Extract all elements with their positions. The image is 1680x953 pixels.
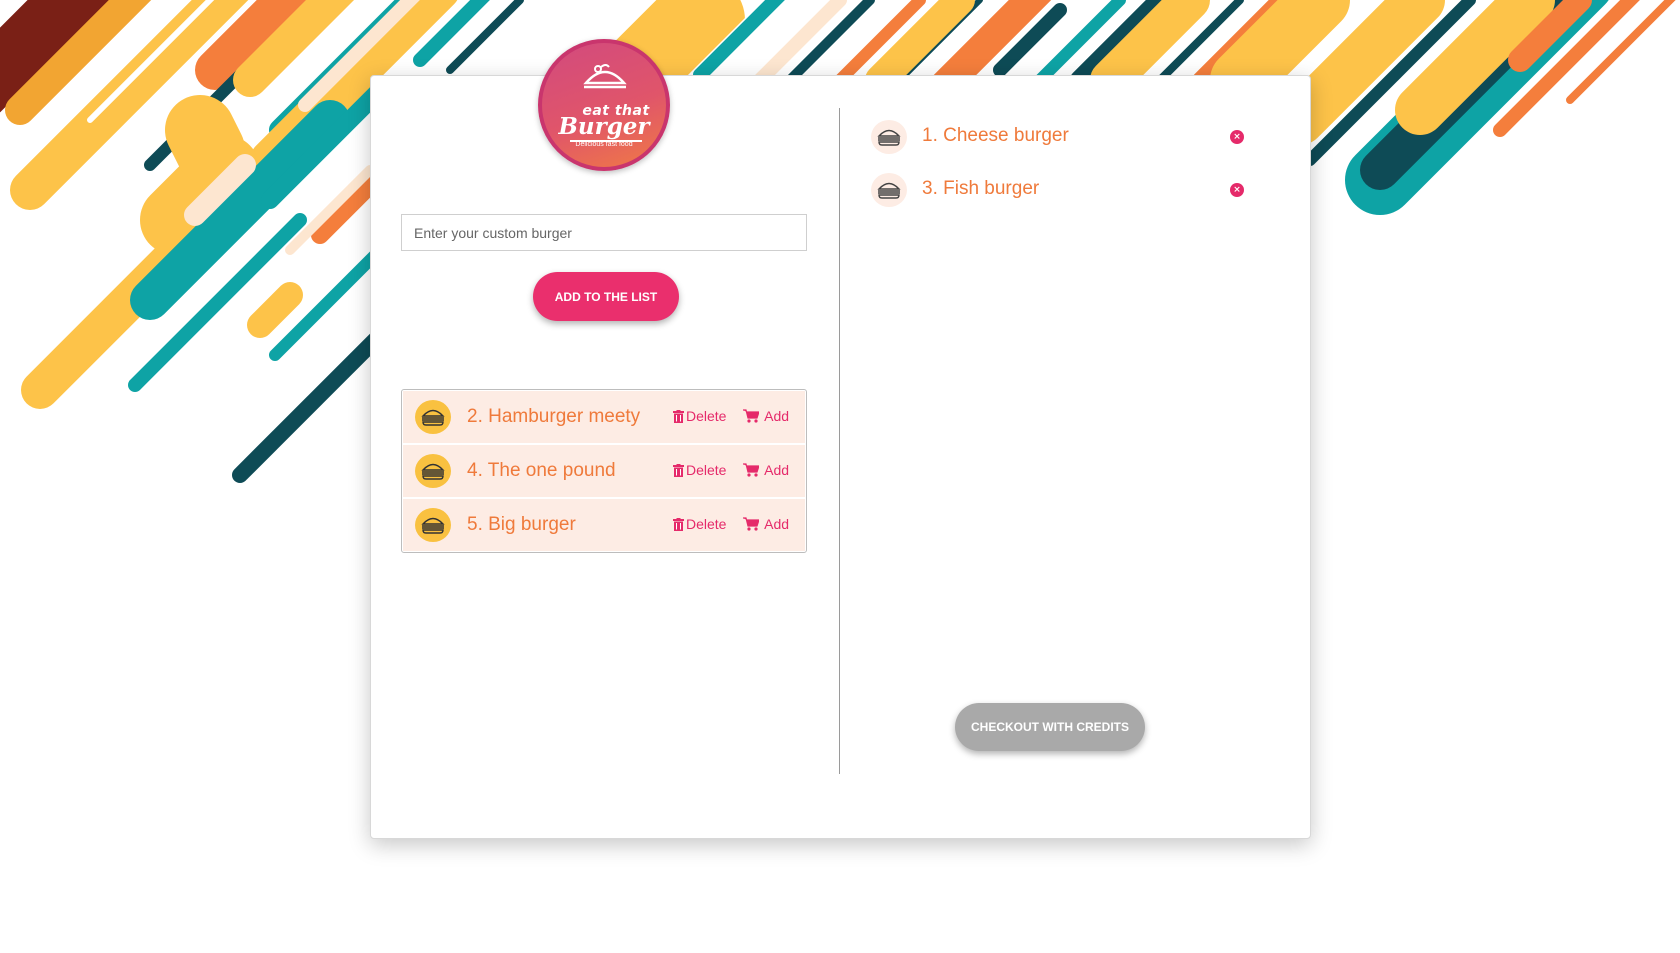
burger-name: 4. The one pound: [467, 460, 616, 481]
burger-icon: [415, 508, 451, 542]
burger-name: 5. Big burger: [467, 514, 576, 535]
column-divider: [839, 108, 840, 774]
devoured-burger-name: 3. Fish burger: [922, 178, 1040, 199]
logo-line2: Burger: [558, 113, 650, 140]
list-item: 5. Big burger Delete Add: [403, 499, 805, 551]
devoured-list-item: 3. Fish burger ×: [871, 172, 1261, 210]
add-button[interactable]: Add: [743, 462, 789, 478]
close-icon[interactable]: ×: [1230, 130, 1244, 144]
logo-burger-icon: [583, 64, 627, 89]
logo-tagline: Delicious fast food: [575, 141, 633, 148]
devoured-burger-name: 1. Cheese burger: [922, 125, 1069, 146]
devoured-list-item: 1. Cheese burger ×: [871, 119, 1261, 157]
checkout-button[interactable]: CHECKOUT WITH CREDITS: [955, 703, 1145, 751]
add-to-list-button[interactable]: ADD TO THE LIST: [533, 272, 679, 321]
eat-that-burger-logo: eat that Burger Delicious fast food: [538, 39, 670, 171]
delete-button[interactable]: Delete: [673, 516, 726, 532]
custom-burger-input[interactable]: [401, 214, 807, 251]
list-item: 2. Hamburger meety Delete Add: [403, 391, 805, 445]
burger-list: 2. Hamburger meety Delete Add 4. The one…: [401, 389, 807, 553]
cart-icon: [743, 463, 760, 477]
burger-name: 2. Hamburger meety: [467, 406, 641, 427]
cart-icon: [743, 517, 760, 531]
add-button[interactable]: Add: [743, 516, 789, 532]
add-button[interactable]: Add: [743, 408, 789, 424]
trash-icon: [673, 518, 684, 531]
main-card: eat that Burger Delicious fast food ADD …: [370, 39, 1311, 839]
list-item: 4. The one pound Delete Add: [403, 445, 805, 499]
cart-icon: [743, 409, 760, 423]
burger-icon: [871, 120, 907, 154]
burger-icon: [415, 400, 451, 434]
trash-icon: [673, 464, 684, 477]
burger-icon: [871, 173, 907, 207]
burger-icon: [415, 454, 451, 488]
close-icon[interactable]: ×: [1230, 183, 1244, 197]
delete-button[interactable]: Delete: [673, 408, 726, 424]
delete-button[interactable]: Delete: [673, 462, 726, 478]
trash-icon: [673, 410, 684, 423]
